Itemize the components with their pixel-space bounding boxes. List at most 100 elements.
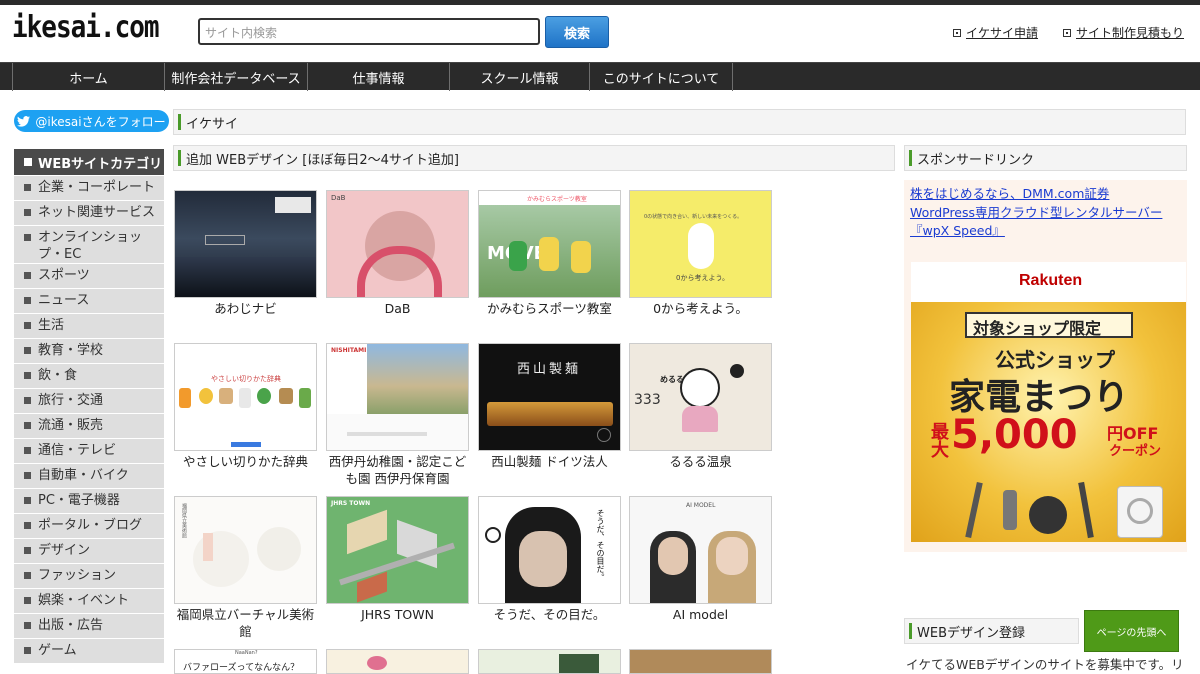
sidebar-item-entertainment[interactable]: 娯楽・イベント	[14, 588, 164, 613]
site-thumb-aimodel[interactable]: AI MODEL	[629, 496, 772, 604]
nav-home[interactable]: ホーム	[12, 63, 165, 91]
sidebar-item-net-services[interactable]: ネット関連サービス	[14, 200, 164, 225]
nav-schools[interactable]: スクール情報	[450, 63, 590, 91]
sidebar-item-life[interactable]: 生活	[14, 313, 164, 338]
section-title-new-designs: 追加 WEBデザイン [ほぼ毎日2～4サイト追加]	[173, 145, 895, 171]
zero-bottom-text: 0から考えよう。	[676, 274, 730, 282]
twitter-bird-icon	[17, 115, 31, 127]
sidebar-item-publishing[interactable]: 出版・広告	[14, 613, 164, 638]
dab-logo: DaB	[331, 194, 346, 202]
site-logo[interactable]: ikesai.com	[12, 12, 160, 44]
row4-2-text: NaaNan?	[235, 650, 258, 656]
jhrs-logo: JHRS TOWN	[331, 500, 371, 507]
rakuten-ad-banner[interactable]: Rakuten 対象ショップ限定 公式ショップ 家電まつり 最大 5,000 円…	[911, 262, 1186, 542]
nav-company-db[interactable]: 制作会社データベース	[165, 63, 308, 91]
sidebar-item-travel[interactable]: 旅行・交通	[14, 388, 164, 413]
site-thumb-dab[interactable]: DaB	[326, 190, 469, 298]
site-name-aimodel[interactable]: AI model	[629, 606, 772, 623]
search-input[interactable]: サイト内検索	[198, 18, 540, 45]
sidebar-item-education[interactable]: 教育・学校	[14, 338, 164, 363]
sidebar-heading-label: WEBサイトカテゴリ	[38, 156, 163, 172]
ikesai-apply-label: イケサイ申請	[966, 26, 1039, 40]
sidebar-item-pc[interactable]: PC・電子機器	[14, 488, 164, 513]
sidebar-item-portal[interactable]: ポータル・ブログ	[14, 513, 164, 538]
bullet-icon	[24, 158, 32, 166]
main-nav: ホーム 制作会社データベース 仕事情報 スクール情報 このサイトについて	[0, 62, 1200, 91]
ad-line1: 対象ショップ限定	[973, 319, 1102, 338]
sidebar-item-fashion[interactable]: ファッション	[14, 563, 164, 588]
site-name-zero[interactable]: 0から考えよう。	[629, 300, 772, 317]
sponsor-link-wordpress[interactable]: WordPress専用クラウド型レンタルサーバー	[910, 204, 1162, 222]
sidebar-item-retail[interactable]: 流通・販売	[14, 413, 164, 438]
sidebar-item-auto[interactable]: 自動車・バイク	[14, 463, 164, 488]
sidebar-heading: WEBサイトカテゴリ	[14, 149, 164, 175]
rakuten-logo: Rakuten	[1019, 272, 1083, 289]
sidebar-item-news[interactable]: ニュース	[14, 288, 164, 313]
search-button[interactable]: 検索	[545, 16, 609, 48]
breadcrumb: イケサイ	[173, 109, 1186, 135]
site-thumb-rururu[interactable]: めるる 333	[629, 343, 772, 451]
bullet-icon	[953, 28, 961, 37]
nishiitami-logo: NISHITAMI	[331, 347, 367, 354]
ad-line4b: 5,000	[951, 412, 1078, 458]
site-thumb-nishiyama[interactable]: 西山製麺	[478, 343, 621, 451]
sidebar-item-food[interactable]: 飲・食	[14, 363, 164, 388]
rururu-numbers: 333	[634, 392, 661, 408]
nishiyama-title: 西山製麺	[517, 362, 582, 377]
site-name-rururu[interactable]: るるる温泉	[629, 453, 772, 470]
category-list: 企業・コーポレート ネット関連サービス オンラインショップ・EC スポーツ ニュ…	[14, 175, 164, 663]
register-description: イケてるWEBデザインのサイトを募集中です。リ	[906, 657, 1184, 672]
sidebar-item-telecom[interactable]: 通信・テレビ	[14, 438, 164, 463]
site-thumb-row4-1[interactable]: バファローズってなんなん？ NaaNan?	[174, 649, 317, 674]
fukuoka-logo: 福岡県立美術館	[181, 503, 187, 538]
sponsor-link-dmm[interactable]: 株をはじめるなら、DMM.com証券	[910, 185, 1109, 203]
twitter-follow-label: @ikesaiさんをフォロー	[35, 114, 166, 129]
site-name-yasashii[interactable]: やさしい切りかた辞典	[174, 453, 317, 470]
ikesai-apply-link[interactable]: イケサイ申請	[953, 24, 1038, 41]
nav-jobs[interactable]: 仕事情報	[308, 63, 450, 91]
page-top-button[interactable]: ページの先頭へ	[1084, 610, 1179, 652]
sidebar-item-games[interactable]: ゲーム	[14, 638, 164, 663]
site-name-nishiyama[interactable]: 西山製麺 ドイツ法人	[478, 453, 621, 470]
site-name-souda[interactable]: そうだ、その目だ。	[478, 606, 621, 623]
site-thumb-nishiitami[interactable]: NISHITAMI	[326, 343, 469, 451]
sponsor-link-wpx[interactable]: 『wpX Speed』	[910, 222, 1005, 240]
site-thumb-awaji[interactable]	[174, 190, 317, 298]
site-thumb-kamimura[interactable]: かみむらスポーツ教室 MOVE	[478, 190, 621, 298]
site-thumb-jhrs[interactable]: JHRS TOWN	[326, 496, 469, 604]
estimate-link[interactable]: サイト制作見積もり	[1063, 24, 1184, 41]
bullet-icon	[1063, 28, 1071, 37]
ad-line4d: クーポン	[1109, 444, 1162, 459]
site-thumb-zero[interactable]: 0の状態で向き合い、新しい未来をつくる。 0から考えよう。	[629, 190, 772, 298]
kamimura-header: かみむらスポーツ教室	[527, 196, 587, 203]
breadcrumb-label: イケサイ	[186, 116, 239, 132]
ad-line4a: 最大	[928, 422, 949, 458]
site-thumb-row4-3[interactable]	[478, 649, 621, 674]
section-title-label: 追加 WEBデザイン [ほぼ毎日2～4サイト追加]	[186, 152, 459, 168]
site-name-kamimura[interactable]: かみむらスポーツ教室	[478, 300, 621, 317]
site-thumb-row4-4[interactable]	[629, 649, 772, 674]
register-title: WEBデザイン登録	[904, 618, 1079, 644]
sidebar-item-design[interactable]: デザイン	[14, 538, 164, 563]
nav-about[interactable]: このサイトについて	[590, 63, 733, 91]
souda-tagline: そうだ、その目だ。	[596, 509, 605, 581]
site-name-fukuoka[interactable]: 福岡県立バーチャル美術館	[174, 606, 317, 640]
site-thumb-yasashii[interactable]: やさしい切りかた辞典	[174, 343, 317, 451]
estimate-label: サイト制作見積もり	[1076, 26, 1185, 40]
site-name-dab[interactable]: DaB	[326, 300, 469, 317]
site-thumb-row4-2[interactable]	[326, 649, 469, 674]
logo-text: ikesai.com	[12, 10, 160, 46]
sidebar-item-online-shop[interactable]: オンラインショップ・EC	[14, 225, 164, 263]
zero-top-text: 0の状態で向き合い、新しい未来をつくる。	[644, 214, 743, 220]
sponsor-title: スポンサードリンク	[904, 145, 1187, 171]
site-thumb-fukuoka[interactable]: 福岡県立美術館	[174, 496, 317, 604]
twitter-follow-button[interactable]: @ikesaiさんをフォロー	[14, 110, 169, 132]
site-name-awaji[interactable]: あわじナビ	[174, 300, 317, 317]
sidebar-item-sports[interactable]: スポーツ	[14, 263, 164, 288]
sidebar-item-corporate[interactable]: 企業・コーポレート	[14, 175, 164, 200]
site-name-nishiitami[interactable]: 西伊丹幼稚園・認定こども園 西伊丹保育園	[326, 453, 469, 487]
yasashii-title: やさしい切りかた辞典	[211, 375, 281, 383]
site-thumb-souda[interactable]: そうだ、その目だ。	[478, 496, 621, 604]
aimodel-logo: AI MODEL	[686, 502, 716, 509]
site-name-jhrs[interactable]: JHRS TOWN	[326, 606, 469, 623]
